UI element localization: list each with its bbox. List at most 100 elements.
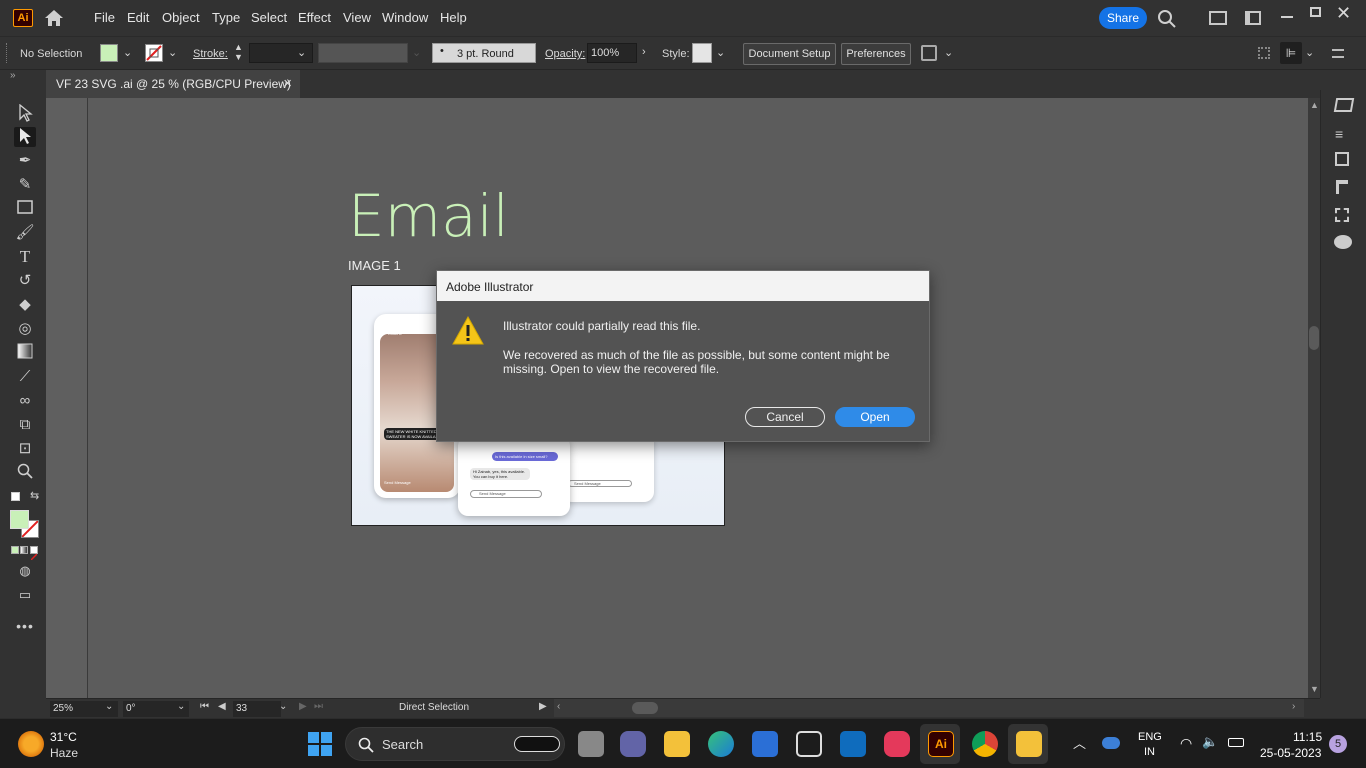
stroke-swatch[interactable] — [145, 44, 163, 62]
warp-tool-icon[interactable]: ◎ — [14, 319, 36, 339]
scroll-up-icon[interactable]: ▲ — [1310, 100, 1319, 110]
stroke-dropdown-icon[interactable]: ⌄ — [168, 46, 177, 59]
color-mode-icon[interactable] — [11, 546, 19, 554]
store-icon[interactable] — [752, 731, 778, 757]
cancel-button[interactable]: Cancel — [745, 407, 825, 427]
variable-width-profile[interactable] — [318, 43, 408, 63]
chrome-icon[interactable] — [972, 731, 998, 757]
screen-mode-icon[interactable]: ▭ — [14, 585, 36, 605]
menu-select[interactable]: Select — [251, 10, 287, 25]
stroke-weight-dropdown-icon[interactable]: ⌄ — [297, 46, 306, 59]
search-icon[interactable] — [1157, 9, 1177, 29]
brush-dropdown-icon[interactable]: ⌄ — [524, 46, 533, 59]
creative-cloud-icon[interactable] — [884, 731, 910, 757]
selection-tool-icon[interactable] — [14, 103, 36, 124]
menu-type[interactable]: Type — [212, 10, 240, 25]
language-label[interactable]: ENG — [1138, 731, 1162, 743]
battery-icon[interactable] — [1228, 738, 1244, 747]
direct-selection-tool-icon[interactable] — [14, 127, 36, 147]
weather-temp[interactable]: 31°C — [50, 730, 77, 744]
style-dropdown-icon[interactable]: ⌄ — [716, 46, 725, 59]
artboard-dropdown-icon[interactable]: ⌄ — [279, 701, 287, 712]
properties-panel-icon[interactable]: ≡ — [1335, 126, 1343, 142]
menu-file[interactable]: File — [94, 10, 115, 25]
eraser-tool-icon[interactable]: ◆ — [14, 295, 36, 315]
edge-icon[interactable] — [708, 731, 734, 757]
arrange-dropdown-icon[interactable]: ⌄ — [944, 46, 953, 59]
outlook-icon[interactable] — [840, 731, 866, 757]
align-panel-icon[interactable] — [1336, 180, 1348, 194]
fill-color-indicator[interactable] — [10, 510, 29, 529]
preferences-button[interactable]: Preferences — [841, 43, 911, 65]
draw-mode-icon[interactable]: ◍ — [14, 561, 36, 581]
arrange-docs-icon[interactable] — [1245, 11, 1261, 25]
pen-tool-icon[interactable]: ✒ — [14, 151, 36, 171]
artboard-tool-icon[interactable]: ⊡ — [14, 439, 36, 459]
more-tools-icon[interactable]: ••• — [14, 616, 36, 636]
swap-colors-icon[interactable]: ⇆ — [30, 489, 39, 502]
menu-window[interactable]: Window — [382, 10, 428, 25]
notes-app-icon[interactable] — [1016, 731, 1042, 757]
layers-panel-icon[interactable] — [1333, 98, 1355, 112]
document-setup-button[interactable]: Document Setup — [743, 43, 836, 65]
none-mode-icon[interactable] — [30, 546, 38, 561]
taskbar-search-box[interactable]: Search — [345, 727, 565, 761]
vertical-scroll-thumb[interactable] — [1309, 326, 1319, 350]
brush-definition[interactable]: • 3 pt. Round — [432, 43, 536, 63]
scroll-down-icon[interactable]: ▼ — [1310, 684, 1319, 694]
color-guide-icon[interactable] — [1334, 235, 1352, 249]
fill-dropdown-icon[interactable]: ⌄ — [123, 46, 132, 59]
horizontal-scroll-thumb[interactable] — [632, 702, 658, 714]
gradient-tool-icon[interactable] — [14, 343, 36, 363]
profile-dropdown-icon[interactable]: ⌄ — [412, 46, 421, 59]
status-menu-icon[interactable]: ▶ — [539, 701, 547, 712]
menu-view[interactable]: View — [343, 10, 371, 25]
menu-help[interactable]: Help — [440, 10, 467, 25]
workspace-icon[interactable] — [1209, 11, 1227, 25]
rectangle-tool-icon[interactable] — [14, 199, 36, 219]
scroll-right-icon[interactable]: › — [1292, 701, 1295, 712]
align-icon[interactable] — [1258, 47, 1270, 59]
curvature-tool-icon[interactable]: ✎ — [14, 175, 36, 195]
fill-swatch[interactable] — [100, 44, 118, 62]
gradient-mode-icon[interactable] — [20, 546, 28, 554]
zoom-tool-icon[interactable] — [14, 463, 36, 483]
rotation-dropdown-icon[interactable]: ⌄ — [177, 701, 185, 712]
last-artboard-icon[interactable]: ⏭ — [314, 701, 323, 712]
first-artboard-icon[interactable]: ⏮ — [200, 701, 209, 712]
rotate-tool-icon[interactable]: ↺ — [14, 271, 36, 291]
volume-icon[interactable]: 🔈 — [1202, 734, 1218, 750]
transform-panel-icon[interactable] — [1335, 208, 1349, 222]
prev-artboard-icon[interactable]: ◀ — [218, 701, 226, 712]
properties-dropdown-icon[interactable]: ⌄ — [1305, 46, 1314, 59]
panel-menu-icon[interactable] — [1332, 49, 1344, 58]
weather-icon[interactable] — [18, 731, 44, 757]
properties-toggle-icon[interactable]: ⊫ — [1280, 42, 1302, 64]
paintbrush-tool-icon[interactable]: 🖌 — [14, 223, 36, 243]
file-explorer-icon[interactable] — [664, 731, 690, 757]
notification-badge[interactable]: 5 — [1329, 735, 1347, 753]
wifi-icon[interactable]: ◠ — [1180, 735, 1192, 752]
teams-icon[interactable] — [620, 731, 646, 757]
stroke-stepper-icon[interactable]: ▲ ▼ — [234, 42, 243, 62]
document-tab[interactable]: VF 23 SVG .ai @ 25 % (RGB/CPU Preview) × — [46, 70, 300, 98]
maximize-icon[interactable] — [1310, 7, 1321, 17]
close-icon[interactable]: ✕ — [1336, 3, 1351, 24]
menu-effect[interactable]: Effect — [298, 10, 331, 25]
artboard-number-field[interactable]: 33 — [233, 701, 281, 717]
show-hidden-icons[interactable]: ︿ — [1073, 733, 1086, 752]
scroll-left-icon[interactable]: ‹ — [557, 701, 560, 712]
illustrator-taskbar-icon[interactable]: Ai — [928, 731, 954, 757]
tab-close-icon[interactable]: × — [283, 75, 292, 92]
libraries-panel-icon[interactable] — [1335, 152, 1349, 166]
type-tool-icon[interactable]: T — [14, 247, 36, 267]
opacity-field[interactable]: 100% — [587, 43, 637, 63]
minimize-icon[interactable] — [1281, 16, 1293, 18]
onedrive-icon[interactable] — [1102, 737, 1120, 749]
blend-tool-icon[interactable]: ∞ — [14, 391, 36, 411]
task-view-icon[interactable] — [578, 731, 604, 757]
menu-edit[interactable]: Edit — [127, 10, 149, 25]
stroke-label[interactable]: Stroke: — [193, 48, 228, 60]
opacity-chevron-icon[interactable]: › — [642, 46, 646, 58]
clock-date[interactable]: 25-05-2023 — [1260, 746, 1321, 760]
